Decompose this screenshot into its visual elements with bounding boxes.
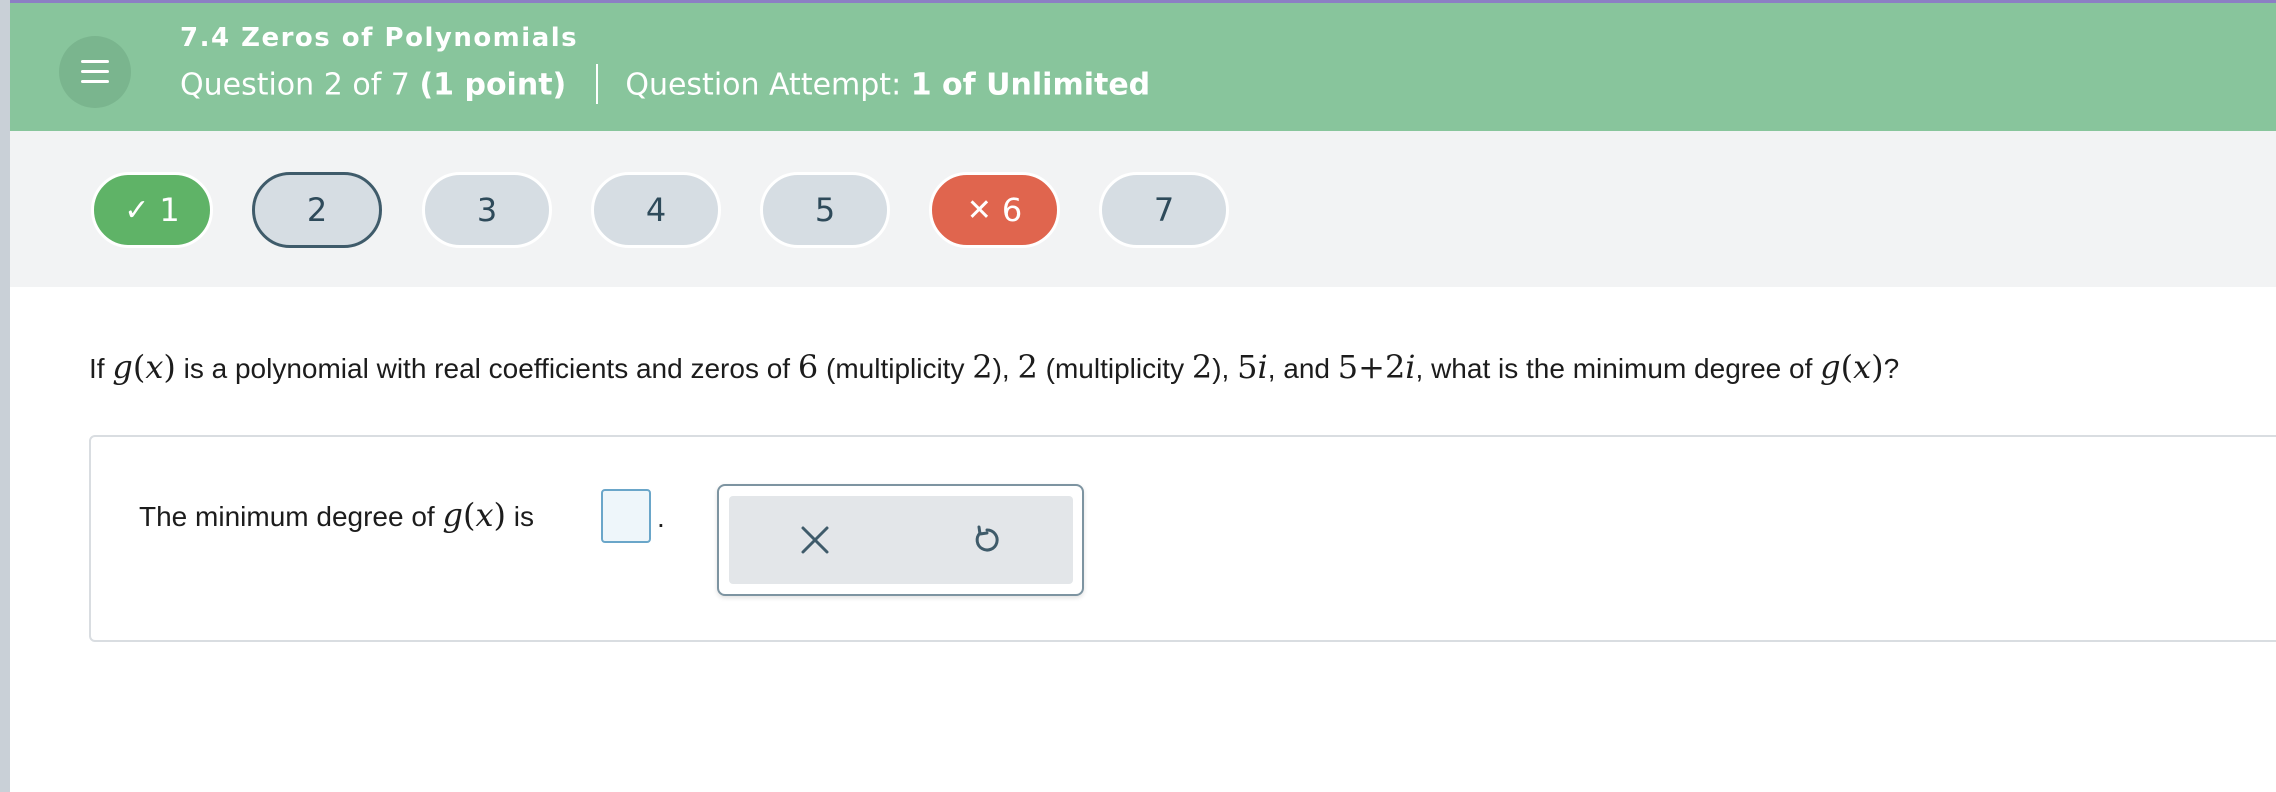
section-title: 7.4 Zeros of Polynomials (180, 23, 579, 53)
math-g: g (112, 348, 133, 386)
hamburger-menu-icon[interactable] (59, 36, 131, 108)
math-paren: ) (163, 348, 176, 386)
math-imaginary-unit: i (1257, 348, 1268, 386)
math-paren: ( (462, 496, 476, 534)
question-points: (1 point) (419, 67, 567, 103)
question-nav-label: 1 (159, 191, 180, 229)
answer-prompt-text: The minimum degree of (139, 501, 443, 532)
question-info: Question 2 of 7 (1 point) Question Attem… (180, 64, 1151, 106)
math-imaginary-unit: i (1405, 348, 1416, 386)
question-nav-1[interactable]: ✓ 1 (91, 172, 213, 248)
math-g: g (442, 496, 463, 534)
undo-icon (975, 525, 999, 552)
reset-button[interactable] (901, 496, 1073, 584)
math-zero-4: 5+2 (1337, 348, 1406, 386)
question-fragment: ? (1883, 353, 1900, 384)
answer-prompt-text: is (505, 501, 534, 532)
math-multiplicity-1: 2 (972, 348, 993, 386)
header-divider (595, 64, 598, 104)
answer-prompt: The minimum degree of g(x) is (139, 496, 534, 534)
question-nav-7[interactable]: 7 (1099, 172, 1229, 248)
question-nav-label: 3 (476, 191, 498, 229)
question-nav-label: 5 (814, 191, 836, 229)
question-nav-label: 4 (645, 191, 667, 229)
answer-period: . (657, 502, 665, 533)
close-icon (801, 526, 829, 554)
answer-toolbox (717, 484, 1084, 596)
math-zero-2: 2 (1017, 348, 1038, 386)
question-fragment: , and (1267, 353, 1338, 384)
math-x: x (145, 348, 164, 386)
question-nav-6[interactable]: ✕ 6 (929, 172, 1060, 248)
question-nav-4[interactable]: 4 (591, 172, 721, 248)
question-nav-2[interactable]: 2 (252, 172, 382, 248)
question-nav-label: 2 (306, 191, 328, 229)
math-zero-1: 6 (797, 348, 819, 386)
assignment-header: 7.4 Zeros of Polynomials Question 2 of 7… (10, 0, 2276, 131)
question-fragment: (multiplicity (818, 353, 973, 384)
question-fragment: , what is the minimum degree of (1415, 353, 1821, 384)
answer-card: The minimum degree of g(x) is . (89, 435, 2276, 642)
question-fragment: is a polynomial with real coefficients a… (175, 353, 798, 384)
math-x: x (475, 496, 494, 534)
question-fragment: (multiplicity (1037, 353, 1192, 384)
math-paren: ( (1840, 348, 1854, 386)
math-zero-3: 5 (1237, 348, 1258, 386)
math-multiplicity-2: 2 (1191, 348, 1213, 386)
question-navigation: ✓ 1 2 3 4 5 ✕ 6 7 (10, 131, 2276, 287)
question-nav-3[interactable]: 3 (422, 172, 552, 248)
x-mark-icon: ✕ (966, 192, 992, 228)
answer-input[interactable] (601, 489, 651, 543)
checkmark-icon: ✓ (124, 192, 150, 228)
math-paren: ) (1871, 348, 1884, 386)
question-nav-5[interactable]: 5 (760, 172, 890, 248)
question-text: If g(x) is a polynomial with real coeffi… (89, 348, 1899, 386)
question-counter: Question 2 of 7 (180, 67, 410, 103)
question-nav-label: 7 (1153, 191, 1175, 229)
question-nav-label: 6 (1001, 191, 1023, 229)
question-fragment: ), (1212, 353, 1238, 384)
clear-button[interactable] (729, 496, 901, 584)
math-x: x (1853, 348, 1872, 386)
math-g: g (1820, 348, 1841, 386)
left-edge-strip (0, 0, 10, 792)
attempt-value: 1 of Unlimited (910, 67, 1151, 103)
math-paren: ( (132, 348, 146, 386)
math-paren: ) (493, 496, 506, 534)
attempt-label: Question Attempt: (625, 67, 902, 103)
question-fragment: ), (992, 353, 1018, 384)
question-fragment: If (89, 353, 113, 384)
toolbox-panel (729, 496, 1073, 584)
